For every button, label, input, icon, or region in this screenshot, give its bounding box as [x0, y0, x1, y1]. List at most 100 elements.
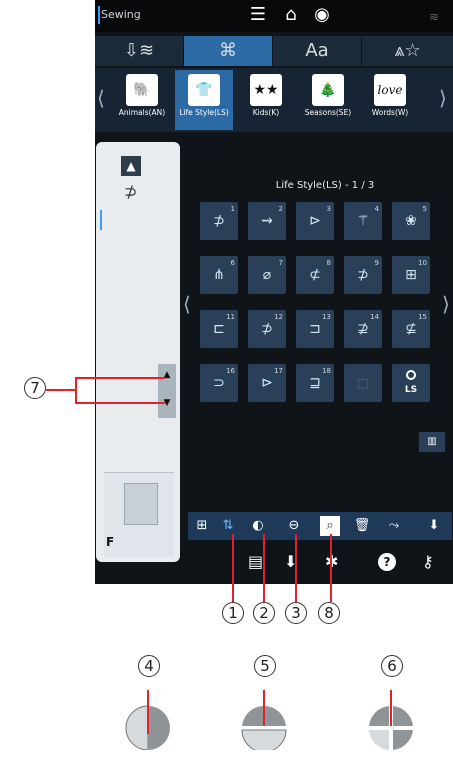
custom-ls-cell[interactable]: LS: [392, 364, 430, 402]
stitch-cell[interactable]: 11 ⊏: [200, 310, 238, 348]
menu-icon[interactable]: ☰: [247, 4, 269, 25]
columns-toggle-icon[interactable]: ▥: [419, 432, 445, 452]
category-tabs: ⇩≋ ⌘ Aa ⩓☆: [95, 36, 453, 66]
stitch-pattern-icon: ⊄: [309, 267, 321, 283]
stitch-number: 18: [322, 367, 331, 375]
empty-cell: ⬚: [344, 364, 382, 402]
stitch-pattern-icon: ⊏: [213, 321, 225, 337]
stitch-cell[interactable]: 1 ⊅: [200, 202, 238, 240]
stitch-cell[interactable]: 12 ⊅: [248, 310, 286, 348]
callout-line-2: [263, 534, 265, 602]
plus-minus-icon[interactable]: ⊞: [192, 516, 212, 536]
style-kids[interactable]: ★★ Kids(K): [237, 70, 295, 130]
callout-1: 1: [222, 602, 244, 624]
stitch-pattern-icon: ⊳: [309, 213, 321, 229]
stitch-number: 7: [278, 259, 283, 267]
stitch-pattern-icon: ⊅: [213, 213, 225, 229]
stitch-pattern-icon: ⊅: [357, 267, 369, 283]
zoom-icon[interactable]: ⌕: [320, 516, 340, 536]
stitch-cell[interactable]: 13 ⊐: [296, 310, 334, 348]
top-bar: Sewing ☰ ⌂ ◉ ≋: [95, 0, 453, 32]
stitch-cell[interactable]: 15 ⊈: [392, 310, 430, 348]
mirror-vertical-icon[interactable]: ◐: [248, 516, 268, 536]
stitch-number: 10: [418, 259, 427, 267]
stitch-cell[interactable]: 4 ⚚: [344, 202, 382, 240]
style-words[interactable]: love Words(W): [361, 70, 419, 130]
mirror-vertical-large-icon: [125, 690, 170, 750]
style-label: Life Style(LS): [179, 108, 229, 117]
stitch-number: 5: [422, 205, 427, 213]
mirror-horizontal-large-icon: [241, 690, 287, 750]
mirror-horizontal-icon[interactable]: ⊖: [284, 516, 304, 536]
stitch-pattern-icon: ⊈: [405, 321, 417, 337]
ls-dot-icon: [406, 370, 416, 380]
mode-label: Sewing: [101, 8, 141, 21]
stitch-cell[interactable]: 7 ⌀: [248, 256, 286, 294]
stitch-cell[interactable]: 18 ⊒: [296, 364, 334, 402]
stitch-cell[interactable]: 5 ❀: [392, 202, 430, 240]
callout-line-1: [232, 534, 234, 602]
stitch-cell[interactable]: 2 ⇝: [248, 202, 286, 240]
stitch-number: 14: [370, 313, 379, 321]
foot-label: F: [106, 535, 115, 549]
stitch-pattern-icon: ⌀: [262, 267, 272, 283]
stitch-cell[interactable]: 17 ⊳: [248, 364, 286, 402]
stitch-number: 15: [418, 313, 427, 321]
stars-icon: ★★: [250, 74, 282, 106]
clothesline-icon: 👕: [188, 74, 220, 106]
grid-prev-arrow[interactable]: ⟨: [183, 292, 191, 316]
callout-7: 7: [24, 377, 46, 399]
style-seasons[interactable]: 🎄 Seasons(SE): [299, 70, 357, 130]
style-prev-arrow[interactable]: ⟨: [97, 86, 105, 110]
stitch-cell[interactable]: 10 ⊞: [392, 256, 430, 294]
stitch-number: 17: [274, 367, 283, 375]
key-icon[interactable]: ⚷: [422, 552, 434, 571]
bobbin-icon[interactable]: ◉: [311, 4, 333, 25]
stitch-pattern-icon: ⊃: [213, 375, 225, 391]
scroll-buttons[interactable]: ▲ ▼: [158, 364, 176, 418]
stitch-cell[interactable]: 3 ⊳: [296, 202, 334, 240]
tab-fonts[interactable]: Aa: [273, 36, 362, 66]
stitch-pattern-icon: ⊉: [357, 321, 369, 337]
stitch-pattern-icon: ⇝: [261, 213, 273, 229]
stitch-preview-panel: ▲ ⊅ ▲ ▼ F: [96, 142, 180, 562]
grid-next-arrow[interactable]: ⟩: [442, 292, 450, 316]
delete-icon[interactable]: 🗑: [352, 516, 372, 536]
tab-favorites[interactable]: ⩓☆: [362, 36, 453, 66]
stitch-cell[interactable]: 14 ⊉: [344, 310, 382, 348]
elephant-icon: 🐘: [126, 74, 158, 106]
presser-foot-area: F: [104, 472, 174, 557]
style-lifestyle[interactable]: 👕 Life Style(LS): [175, 70, 233, 130]
stitch-pattern-icon: ⊐: [309, 321, 321, 337]
style-next-arrow[interactable]: ⟩: [439, 86, 447, 110]
stitch-number: 11: [226, 313, 235, 321]
file-icon[interactable]: ▤: [248, 552, 263, 571]
combine-icon[interactable]: ⤳: [384, 516, 404, 536]
style-label: Kids(K): [252, 108, 280, 117]
stitch-number: 3: [326, 205, 331, 213]
stitch-cell[interactable]: 16 ⊃: [200, 364, 238, 402]
callout-2: 2: [253, 602, 275, 624]
stitch-number: 12: [274, 313, 283, 321]
stitch-pattern-icon: ⊳: [261, 375, 273, 391]
callout-line-7-bottom: [75, 402, 165, 404]
style-animals[interactable]: 🐘 Animals(AN): [113, 70, 171, 130]
style-label: Seasons(SE): [304, 108, 352, 117]
tab-decorative-stitches[interactable]: ⌘: [184, 36, 273, 66]
callout-line-8: [330, 534, 332, 602]
stitch-cell[interactable]: 6 ⋔: [200, 256, 238, 294]
tab-utility-stitches[interactable]: ⇩≋: [95, 36, 184, 66]
ls-label: LS: [404, 385, 418, 395]
callout-3: 3: [285, 602, 307, 624]
callout-8: 8: [318, 602, 340, 624]
move-top-icon[interactable]: ▲: [121, 156, 141, 176]
stitch-number: 8: [326, 259, 331, 267]
stitch-pattern-icon: ❀: [405, 213, 417, 229]
empty-square-icon: ⬚: [357, 376, 369, 390]
elongation-icon[interactable]: ⇅: [218, 516, 238, 536]
memory-icon[interactable]: ⬇: [424, 516, 444, 536]
home-icon[interactable]: ⌂: [280, 4, 302, 25]
stitch-cell[interactable]: 9 ⊅: [344, 256, 382, 294]
help-icon[interactable]: ?: [378, 553, 396, 571]
stitch-cell[interactable]: 8 ⊄: [296, 256, 334, 294]
